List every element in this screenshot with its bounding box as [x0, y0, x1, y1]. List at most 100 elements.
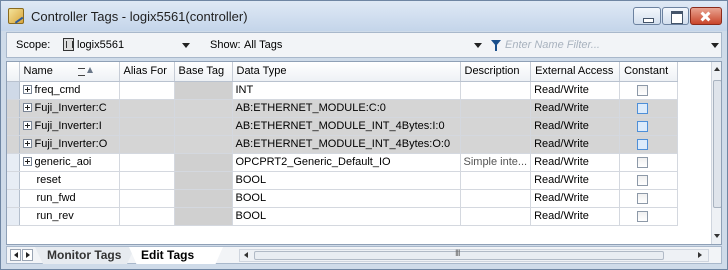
row-header[interactable]: [7, 153, 20, 172]
column-header-name[interactable]: Name: [19, 62, 120, 82]
tab-scroll-right-icon[interactable]: [22, 249, 33, 261]
alias-for-cell[interactable]: [119, 135, 175, 154]
table-row[interactable]: run_rev BOOL Read/Write: [7, 207, 679, 226]
alias-for-cell[interactable]: [119, 171, 175, 190]
external-access-cell[interactable]: Read/Write: [530, 99, 621, 118]
column-header-external-access[interactable]: External Access: [530, 62, 621, 82]
column-header-alias-for[interactable]: Alias For: [119, 62, 175, 82]
horizontal-scroll-thumb[interactable]: III: [254, 248, 664, 260]
alias-for-cell[interactable]: [119, 207, 175, 226]
external-access-cell[interactable]: Read/Write: [530, 153, 621, 172]
data-type-cell[interactable]: BOOL: [232, 207, 461, 226]
table-row[interactable]: generic_aoi OPCPRT2_Generic_Default_IO S…: [7, 153, 679, 172]
filter-chevron-down-icon[interactable]: [711, 43, 719, 48]
close-button[interactable]: [690, 7, 722, 25]
alias-for-cell[interactable]: [119, 153, 175, 172]
scope-dropdown[interactable]: logix5561: [77, 39, 124, 51]
external-access-cell[interactable]: Read/Write: [530, 171, 621, 190]
column-header-base-tag[interactable]: Base Tag: [174, 62, 233, 82]
show-chevron-down-icon[interactable]: [474, 43, 482, 48]
data-type-cell[interactable]: AB:ETHERNET_MODULE_INT_4Bytes:I:0: [232, 117, 461, 136]
alias-for-cell[interactable]: [119, 99, 175, 118]
column-header-constant[interactable]: Constant: [619, 62, 679, 82]
vertical-scroll-thumb[interactable]: [713, 80, 721, 208]
row-header[interactable]: [7, 207, 20, 226]
table-row[interactable]: Fuji_Inverter:I AB:ETHERNET_MODULE_INT_4…: [7, 117, 679, 136]
tag-name-cell[interactable]: generic_aoi: [19, 153, 120, 172]
alias-for-cell[interactable]: [119, 81, 175, 100]
expand-plus-icon[interactable]: [22, 139, 32, 148]
name-filter-input[interactable]: [505, 36, 705, 53]
external-access-cell[interactable]: Read/Write: [530, 189, 621, 208]
tag-name-cell[interactable]: reset: [19, 171, 120, 190]
constant-checkbox[interactable]: [637, 192, 649, 204]
description-cell[interactable]: [460, 117, 532, 136]
tab-scroll-left-icon[interactable]: [10, 249, 21, 261]
sort-ascending-icon[interactable]: [77, 66, 93, 76]
external-access-cell[interactable]: Read/Write: [530, 81, 621, 100]
tag-name-cell[interactable]: Fuji_Inverter:C: [19, 99, 120, 118]
constant-checkbox[interactable]: [637, 174, 649, 186]
tag-name-cell[interactable]: Fuji_Inverter:I: [19, 117, 120, 136]
scope-chevron-down-icon[interactable]: [182, 43, 190, 48]
constant-checkbox[interactable]: [637, 156, 649, 168]
tag-name-cell[interactable]: Fuji_Inverter:O: [19, 135, 120, 154]
expand-plus-icon[interactable]: [22, 121, 32, 130]
filter-icon[interactable]: [491, 40, 501, 51]
description-cell[interactable]: [460, 135, 532, 154]
scroll-left-arrow-icon[interactable]: [244, 252, 248, 258]
constant-checkbox[interactable]: [637, 138, 649, 150]
description-cell[interactable]: Simple inte...: [460, 153, 532, 172]
external-access-cell[interactable]: Read/Write: [530, 135, 621, 154]
expand-plus-icon[interactable]: [22, 85, 32, 94]
description-cell[interactable]: [460, 189, 532, 208]
tag-name-cell[interactable]: run_rev: [19, 207, 120, 226]
table-row[interactable]: Fuji_Inverter:C AB:ETHERNET_MODULE:C:0 R…: [7, 99, 679, 118]
table-row[interactable]: Fuji_Inverter:O AB:ETHERNET_MODULE_INT_4…: [7, 135, 679, 154]
scroll-right-arrow-icon[interactable]: [698, 252, 702, 258]
data-type-cell[interactable]: BOOL: [232, 189, 461, 208]
table-row[interactable]: reset BOOL Read/Write: [7, 171, 679, 190]
scroll-down-arrow-icon[interactable]: [714, 234, 720, 238]
row-header[interactable]: [7, 171, 20, 190]
title-bar[interactable]: Controller Tags - logix5561(controller): [1, 1, 727, 31]
tag-name-cell[interactable]: freq_cmd: [19, 81, 120, 100]
constant-checkbox[interactable]: [637, 84, 649, 96]
constant-checkbox[interactable]: [637, 210, 649, 222]
description-cell[interactable]: [460, 99, 532, 118]
column-header-data-type[interactable]: Data Type: [232, 62, 461, 82]
description-cell[interactable]: [460, 207, 532, 226]
data-type-cell[interactable]: BOOL: [232, 171, 461, 190]
constant-checkbox[interactable]: [637, 120, 649, 132]
table-row[interactable]: run_fwd BOOL Read/Write: [7, 189, 679, 208]
tab-edit-tags[interactable]: Edit Tags: [129, 247, 223, 264]
row-header[interactable]: [7, 81, 20, 100]
row-header[interactable]: [7, 189, 20, 208]
maximize-button[interactable]: [662, 7, 689, 25]
horizontal-scrollbar[interactable]: III: [239, 248, 709, 262]
external-access-cell[interactable]: Read/Write: [530, 207, 621, 226]
data-type-cell[interactable]: AB:ETHERNET_MODULE:C:0: [232, 99, 461, 118]
alias-for-cell[interactable]: [119, 117, 175, 136]
description-cell[interactable]: [460, 171, 532, 190]
data-type-cell[interactable]: OPCPRT2_Generic_Default_IO: [232, 153, 461, 172]
minimize-button[interactable]: [633, 7, 661, 25]
external-access-cell[interactable]: Read/Write: [530, 117, 621, 136]
table-row[interactable]: freq_cmd INT Read/Write: [7, 81, 679, 100]
constant-checkbox[interactable]: [637, 102, 649, 114]
row-header[interactable]: [7, 117, 20, 136]
data-type-cell[interactable]: AB:ETHERNET_MODULE_INT_4Bytes:O:0: [232, 135, 461, 154]
row-header[interactable]: [7, 135, 20, 154]
column-header-description[interactable]: Description: [460, 62, 532, 82]
tag-name-cell[interactable]: run_fwd: [19, 189, 120, 208]
show-dropdown[interactable]: All Tags: [244, 39, 282, 51]
data-type-cell[interactable]: INT: [232, 81, 461, 100]
vertical-scrollbar[interactable]: [711, 62, 721, 244]
row-header[interactable]: [7, 99, 20, 118]
expand-plus-icon[interactable]: [22, 103, 32, 112]
tab-monitor-tags[interactable]: Monitor Tags: [35, 247, 135, 264]
expand-plus-icon[interactable]: [22, 157, 32, 166]
scroll-up-arrow-icon[interactable]: [714, 67, 720, 71]
description-cell[interactable]: [460, 81, 532, 100]
alias-for-cell[interactable]: [119, 189, 175, 208]
